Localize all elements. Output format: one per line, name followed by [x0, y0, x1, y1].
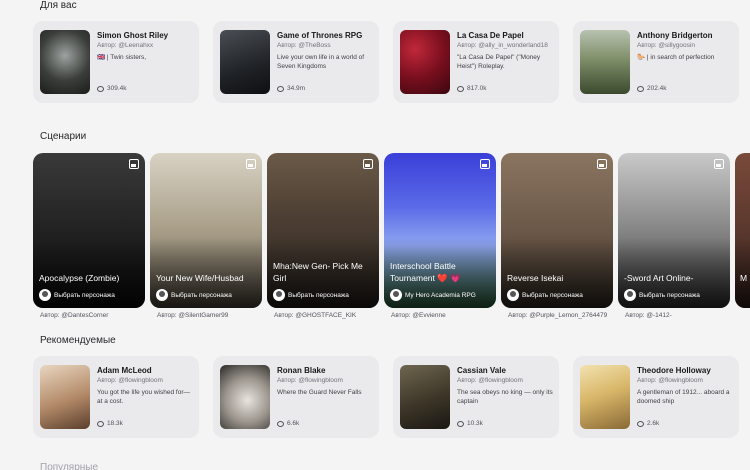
character-description: "La Casa De Papel" ("Money Heist") Rolep…: [457, 54, 541, 70]
chat-count: 34.9m: [277, 85, 305, 92]
chat-count: 817.0k: [457, 85, 487, 92]
character-card[interactable]: Cassian Vale Автор: @flowingbloom The se…: [393, 356, 559, 438]
image-icon: [129, 159, 139, 169]
character-author[interactable]: Автор: @sillygoosin: [637, 42, 695, 49]
image-icon: [246, 159, 256, 169]
character-name: Adam McLeod: [97, 366, 152, 375]
chat-count: 2.6k: [637, 420, 659, 427]
character-name: La Casa De Papel: [457, 31, 524, 40]
character-avatar: [40, 365, 90, 429]
user-icon: [39, 289, 51, 301]
pick-character-button[interactable]: Выбрать персонажа: [39, 289, 115, 301]
scenario-card[interactable]: -Sword Art Online- Выбрать персонажа: [618, 153, 730, 308]
chat-count: 18.3k: [97, 420, 123, 427]
scenario-author[interactable]: Автор: @GHOSTFACE_KIK: [274, 312, 356, 319]
scenario-title: Your New Wife/Husbad: [156, 273, 244, 283]
scenario-title: Apocalypse (Zombie): [39, 273, 120, 283]
section-title-for-you: Для вас: [40, 0, 77, 11]
pick-character-button[interactable]: Выбрать персонажа: [507, 289, 583, 301]
chat-count: 10.3k: [457, 420, 483, 427]
character-avatar: [580, 30, 630, 94]
chat-count: 309.4k: [97, 85, 127, 92]
scenario-title: Interschool Battle Tournament ❤️ 💗: [390, 261, 461, 283]
scenario-author[interactable]: Автор: @Evvienne: [391, 312, 446, 319]
character-description: A gentleman of 1912... aboard a doomed s…: [637, 389, 730, 405]
character-name: Anthony Bridgerton: [637, 31, 713, 40]
scenario-author[interactable]: Автор: @SilentGamer99: [157, 312, 228, 319]
chat-bubble-icon: [277, 420, 284, 427]
character-avatar: [220, 30, 270, 94]
scenario-card[interactable]: Apocalypse (Zombie) Выбрать персонажа: [33, 153, 145, 308]
character-card[interactable]: La Casa De Papel Автор: @ally_in_wonderl…: [393, 21, 559, 103]
character-description: 🐎 | in search of perfection: [637, 54, 715, 61]
scenario-card[interactable]: Your New Wife/Husbad Выбрать персонажа: [150, 153, 262, 308]
chat-bubble-icon: [457, 420, 464, 427]
character-avatar: [40, 30, 90, 94]
character-author[interactable]: Автор: @flowingbloom: [637, 377, 703, 384]
scenario-card[interactable]: Mha:New Gen- Pick Me Girl Выбрать персон…: [267, 153, 379, 308]
chat-count: 6.6k: [277, 420, 299, 427]
image-icon: [363, 159, 373, 169]
scenario-title: Reverse Isekai: [507, 273, 564, 283]
character-name: Ronan Blake: [277, 366, 326, 375]
character-name: Cassian Vale: [457, 366, 506, 375]
character-card[interactable]: Adam McLeod Автор: @flowingbloom You got…: [33, 356, 199, 438]
character-author[interactable]: Автор: @flowingbloom: [97, 377, 163, 384]
character-description: 🇬🇧 | Twin sisters,: [97, 54, 147, 61]
character-author[interactable]: Автор: @flowingbloom: [457, 377, 523, 384]
character-card[interactable]: Game of Thrones RPG Автор: @TheBoss Live…: [213, 21, 379, 103]
scenario-title: -Sword Art Online-: [624, 273, 694, 283]
user-icon: [156, 289, 168, 301]
character-card[interactable]: Anthony Bridgerton Автор: @sillygoosin 🐎…: [573, 21, 739, 103]
character-description: Where the Guard Never Falls: [277, 389, 362, 396]
character-card[interactable]: Theodore Holloway Автор: @flowingbloom A…: [573, 356, 739, 438]
user-icon: [390, 289, 402, 301]
character-avatar: [400, 365, 450, 429]
character-name: Game of Thrones RPG: [277, 31, 363, 40]
scenario-card-partial[interactable]: M: [735, 153, 750, 308]
character-description: The sea obeys no king — only its captain: [457, 389, 553, 405]
scenario-author[interactable]: Автор: @-1412-: [625, 312, 672, 319]
scenario-title: Mha:New Gen- Pick Me Girl: [273, 261, 363, 283]
character-author[interactable]: Автор: @Leenahxx: [97, 42, 153, 49]
pick-character-button[interactable]: Выбрать персонажа: [156, 289, 232, 301]
scenario-author[interactable]: Автор: @DantesCorner: [40, 312, 108, 319]
user-icon: [273, 289, 285, 301]
character-avatar: [580, 365, 630, 429]
chat-bubble-icon: [457, 85, 464, 92]
chat-bubble-icon: [637, 420, 644, 427]
scenario-title: M: [740, 273, 748, 283]
character-name: Theodore Holloway: [637, 366, 711, 375]
character-avatar: [400, 30, 450, 94]
character-author[interactable]: Автор: @flowingbloom: [277, 377, 343, 384]
character-description: You got the life you wished for— at a co…: [97, 389, 190, 405]
scenario-card[interactable]: Reverse Isekai Выбрать персонажа: [501, 153, 613, 308]
chat-bubble-icon: [637, 85, 644, 92]
character-author[interactable]: Автор: @ally_in_wonderland18: [457, 42, 548, 49]
image-icon: [597, 159, 607, 169]
section-title-scenarios: Сценарии: [40, 131, 87, 142]
character-card[interactable]: Ronan Blake Автор: @flowingbloom Where t…: [213, 356, 379, 438]
pick-character-button[interactable]: Выбрать персонажа: [273, 289, 349, 301]
user-icon: [507, 289, 519, 301]
pick-character-button[interactable]: Выбрать персонажа: [624, 289, 700, 301]
character-description: Live your own life in a world of Seven K…: [277, 54, 365, 70]
section-title-next: Популярные: [40, 462, 99, 470]
chat-bubble-icon: [97, 420, 104, 427]
chat-bubble-icon: [97, 85, 104, 92]
character-name: Simon Ghost Riley: [97, 31, 169, 40]
character-card[interactable]: Simon Ghost Riley Автор: @Leenahxx 🇬🇧 | …: [33, 21, 199, 103]
character-avatar: [220, 365, 270, 429]
image-icon: [714, 159, 724, 169]
scenario-author[interactable]: Автор: @Purple_Lemon_2764479: [508, 312, 607, 319]
pick-character-button[interactable]: My Hero Academia RPG: [390, 289, 476, 301]
section-title-recommended: Рекомендуемые: [40, 335, 116, 346]
chat-count: 202.4k: [637, 85, 667, 92]
chat-bubble-icon: [277, 85, 284, 92]
character-author[interactable]: Автор: @TheBoss: [277, 42, 331, 49]
user-icon: [624, 289, 636, 301]
image-icon: [480, 159, 490, 169]
scenario-card[interactable]: Interschool Battle Tournament ❤️ 💗 My He…: [384, 153, 496, 308]
